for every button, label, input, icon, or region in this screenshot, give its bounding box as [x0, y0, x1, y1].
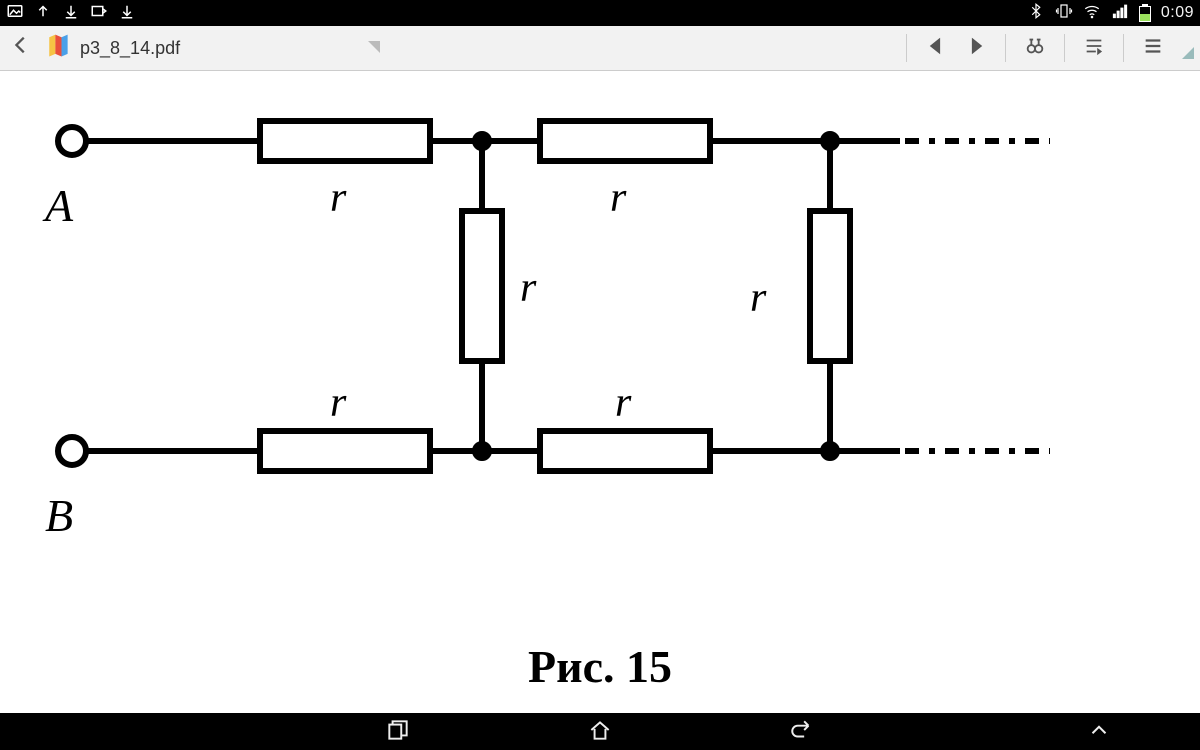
terminal-b-label: B	[45, 490, 73, 541]
android-status-bar: 0:09	[0, 0, 1200, 26]
wifi-icon	[1083, 2, 1101, 24]
expand-nav-button[interactable]	[1086, 730, 1112, 747]
r-bot1-label: r	[330, 380, 347, 426]
r-top1-label: r	[330, 175, 347, 221]
r-top2-label: r	[610, 175, 627, 221]
r-mid2-label: r	[750, 275, 767, 321]
menu-button[interactable]	[1142, 35, 1164, 62]
download-icon	[62, 2, 80, 24]
polaris-office-icon[interactable]	[44, 32, 72, 65]
vibrate-icon	[1055, 2, 1073, 24]
signal-icon	[1111, 2, 1129, 24]
back-button[interactable]	[6, 34, 36, 63]
r-mid1-label: r	[520, 265, 537, 311]
circuit-diagram: A B r r r r r r	[0, 71, 1200, 631]
figure-caption: Рис. 15	[0, 640, 1200, 693]
android-nav-bar	[0, 713, 1200, 750]
status-clock: 0:09	[1161, 4, 1194, 22]
resize-grip-icon	[1182, 46, 1194, 64]
document-viewport[interactable]: A B r r r r r r Рис. 15	[0, 71, 1200, 713]
bluetooth-icon	[1027, 2, 1045, 24]
prev-page-button[interactable]	[925, 35, 947, 62]
find-button[interactable]	[1024, 35, 1046, 62]
gallery-icon	[6, 2, 24, 24]
terminal-a-label: A	[42, 180, 74, 231]
app-toolbar: p3_8_14.pdf	[0, 26, 1200, 71]
download2-icon	[118, 2, 136, 24]
r-bot2-label: r	[615, 380, 632, 426]
home-button[interactable]	[587, 717, 613, 748]
reflow-button[interactable]	[1083, 35, 1105, 62]
document-title[interactable]: p3_8_14.pdf	[80, 38, 180, 59]
back-nav-button[interactable]	[789, 717, 815, 748]
recent-apps-button[interactable]	[385, 717, 411, 748]
next-page-button[interactable]	[965, 35, 987, 62]
upload-icon	[34, 2, 52, 24]
dropdown-indicator-icon[interactable]	[368, 41, 380, 56]
sync-icon	[90, 2, 108, 24]
battery-icon	[1139, 4, 1151, 22]
